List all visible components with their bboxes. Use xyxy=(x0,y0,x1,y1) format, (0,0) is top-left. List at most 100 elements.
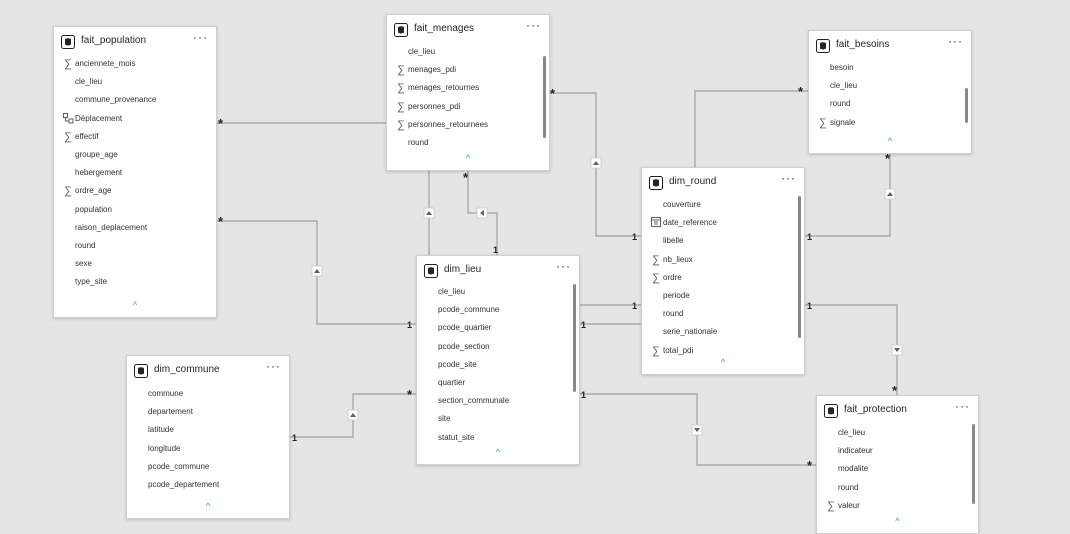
field-round[interactable]: round xyxy=(54,238,204,256)
field-date_reference[interactable]: date_reference xyxy=(642,215,792,233)
relationship-line[interactable] xyxy=(805,304,898,395)
field-pcode_section[interactable]: pcode_section xyxy=(417,339,567,357)
field-raison_deplacement[interactable]: raison_deplacement xyxy=(54,220,204,238)
filter-direction-icon[interactable] xyxy=(590,157,602,169)
field-groupe_age[interactable]: groupe_age xyxy=(54,147,204,165)
more-options-icon[interactable]: ··· xyxy=(266,359,281,373)
field-serie_nationale[interactable]: serie_nationale xyxy=(642,324,792,342)
more-options-icon[interactable]: ··· xyxy=(955,399,970,413)
filter-direction-icon[interactable] xyxy=(691,424,703,436)
table-card-fait_population[interactable]: fait_population ··· ∑ anciennete_mois cle_li… xyxy=(53,26,217,318)
field-cle_lieu[interactable]: cle_lieu xyxy=(417,284,567,302)
table-header[interactable]: fait_besoins ··· xyxy=(809,31,971,57)
table-header[interactable]: fait_menages ··· xyxy=(387,15,549,41)
field-cle_lieu[interactable]: cle_lieu xyxy=(387,44,537,62)
relationship-line[interactable] xyxy=(580,393,816,466)
field-ordre[interactable]: ∑ ordre xyxy=(642,270,792,288)
more-options-icon[interactable]: ··· xyxy=(526,18,541,32)
field-round[interactable]: round xyxy=(809,96,959,114)
filter-direction-icon[interactable] xyxy=(476,207,488,219)
collapse-chevron-icon[interactable]: ^ xyxy=(895,517,899,526)
scrollbar[interactable] xyxy=(972,424,975,504)
field-signale[interactable]: ∑ signale xyxy=(809,115,959,133)
field-label: round xyxy=(663,309,684,319)
collapse-chevron-icon[interactable]: ^ xyxy=(496,448,500,457)
relationship-line[interactable] xyxy=(467,171,498,255)
field-nb_lieux[interactable]: ∑ nb_lieux xyxy=(642,252,792,270)
field-sexe[interactable]: sexe xyxy=(54,256,204,274)
filter-direction-icon[interactable] xyxy=(311,265,323,277)
field-Déplacement[interactable]: Déplacement xyxy=(54,111,204,129)
scrollbar[interactable] xyxy=(798,196,801,338)
more-options-icon[interactable]: ··· xyxy=(193,30,208,44)
model-diagram-canvas[interactable]: * * 1 * 1 * 1 * * 1 1 1 1 * 1 * 1 * fait_population ··· ∑ an… xyxy=(0,0,1070,534)
field-pcode_commune[interactable]: pcode_commune xyxy=(417,302,567,320)
field-pcode_departement[interactable]: pcode_departement xyxy=(127,477,277,495)
table-header[interactable]: fait_population ··· xyxy=(54,27,216,53)
scrollbar[interactable] xyxy=(965,88,968,123)
field-type_site[interactable]: type_site xyxy=(54,274,204,292)
field-modalite[interactable]: modalite xyxy=(817,461,966,479)
relationship-line[interactable] xyxy=(217,220,416,325)
collapse-chevron-icon[interactable]: ^ xyxy=(888,137,892,146)
collapse-chevron-icon[interactable]: ^ xyxy=(206,502,210,511)
field-menages_pdi[interactable]: ∑ menages_pdi xyxy=(387,62,537,80)
table-header[interactable]: fait_protection ··· xyxy=(817,396,978,422)
more-options-icon[interactable]: ··· xyxy=(948,34,963,48)
field-indicateur[interactable]: indicateur xyxy=(817,443,966,461)
field-quartier[interactable]: quartier xyxy=(417,375,567,393)
table-header[interactable]: dim_round ··· xyxy=(642,168,804,194)
field-section_communale[interactable]: section_communale xyxy=(417,393,567,411)
field-round[interactable]: round xyxy=(817,480,966,498)
relationship-line[interactable] xyxy=(290,393,416,438)
field-personnes_retournees[interactable]: ∑ personnes_retournees xyxy=(387,117,537,135)
collapse-chevron-icon[interactable]: ^ xyxy=(133,301,137,310)
more-options-icon[interactable]: ··· xyxy=(781,171,796,185)
field-cle_lieu[interactable]: cle_lieu xyxy=(54,74,204,92)
field-cle_lieu[interactable]: cle_lieu xyxy=(809,78,959,96)
table-card-dim_lieu[interactable]: dim_lieu ··· cle_lieu pcode_commune pcode_qu… xyxy=(416,255,580,465)
table-title: fait_protection xyxy=(844,404,907,415)
table-card-fait_besoins[interactable]: fait_besoins ···besoin cle_lieu round ∑ signa… xyxy=(808,30,972,154)
field-latitude[interactable]: latitude xyxy=(127,422,277,440)
field-couverture[interactable]: couverture xyxy=(642,197,792,215)
filter-direction-icon[interactable] xyxy=(884,188,896,200)
scrollbar[interactable] xyxy=(543,56,546,138)
field-pcode_site[interactable]: pcode_site xyxy=(417,357,567,375)
field-personnes_pdi[interactable]: ∑ personnes_pdi xyxy=(387,99,537,117)
collapse-chevron-icon[interactable]: ^ xyxy=(721,358,725,367)
field-departement[interactable]: departement xyxy=(127,404,277,422)
field-longitude[interactable]: longitude xyxy=(127,441,277,459)
field-libelle[interactable]: libelle xyxy=(642,233,792,251)
relationship-line[interactable] xyxy=(694,90,808,167)
table-header[interactable]: dim_commune ··· xyxy=(127,356,289,382)
scrollbar[interactable] xyxy=(573,284,576,392)
field-pcode_quartier[interactable]: pcode_quartier xyxy=(417,320,567,338)
field-anciennete_mois[interactable]: ∑ anciennete_mois xyxy=(54,56,204,74)
field-site[interactable]: site xyxy=(417,411,567,429)
table-card-dim_commune[interactable]: dim_commune ··· commune departement latitude… xyxy=(126,355,290,519)
field-cle_lieu[interactable]: cle_lieu xyxy=(817,425,966,443)
more-options-icon[interactable]: ··· xyxy=(556,259,571,273)
field-commune[interactable]: commune xyxy=(127,386,277,404)
table-card-fait_protection[interactable]: fait_protection ··· cle_lieu indicateur moda… xyxy=(816,395,979,534)
field-pcode_commune[interactable]: pcode_commune xyxy=(127,459,277,477)
relationship-line[interactable] xyxy=(805,154,891,237)
relationship-line[interactable] xyxy=(550,92,641,237)
field-effectif[interactable]: ∑ effectif xyxy=(54,129,204,147)
field-besoin[interactable]: besoin xyxy=(809,60,959,78)
field-hebergement[interactable]: hebergement xyxy=(54,165,204,183)
field-population[interactable]: population xyxy=(54,202,204,220)
filter-direction-icon[interactable] xyxy=(423,207,435,219)
table-header[interactable]: dim_lieu ··· xyxy=(417,256,579,282)
filter-direction-icon[interactable] xyxy=(347,409,359,421)
field-ordre_age[interactable]: ∑ ordre_age xyxy=(54,183,204,201)
field-menages_retournes[interactable]: ∑ menages_retournes xyxy=(387,80,537,98)
filter-direction-icon[interactable] xyxy=(891,344,903,356)
field-periode[interactable]: periode xyxy=(642,288,792,306)
field-round[interactable]: round xyxy=(642,306,792,324)
collapse-chevron-icon[interactable]: ^ xyxy=(466,154,470,163)
table-card-dim_round[interactable]: dim_round ··· couverture date_reference libe… xyxy=(641,167,805,375)
field-commune_provenance[interactable]: commune_provenance xyxy=(54,92,204,110)
table-card-fait_menages[interactable]: fait_menages ··· cle_lieu ∑ menages_pdi ∑ mena… xyxy=(386,14,550,171)
